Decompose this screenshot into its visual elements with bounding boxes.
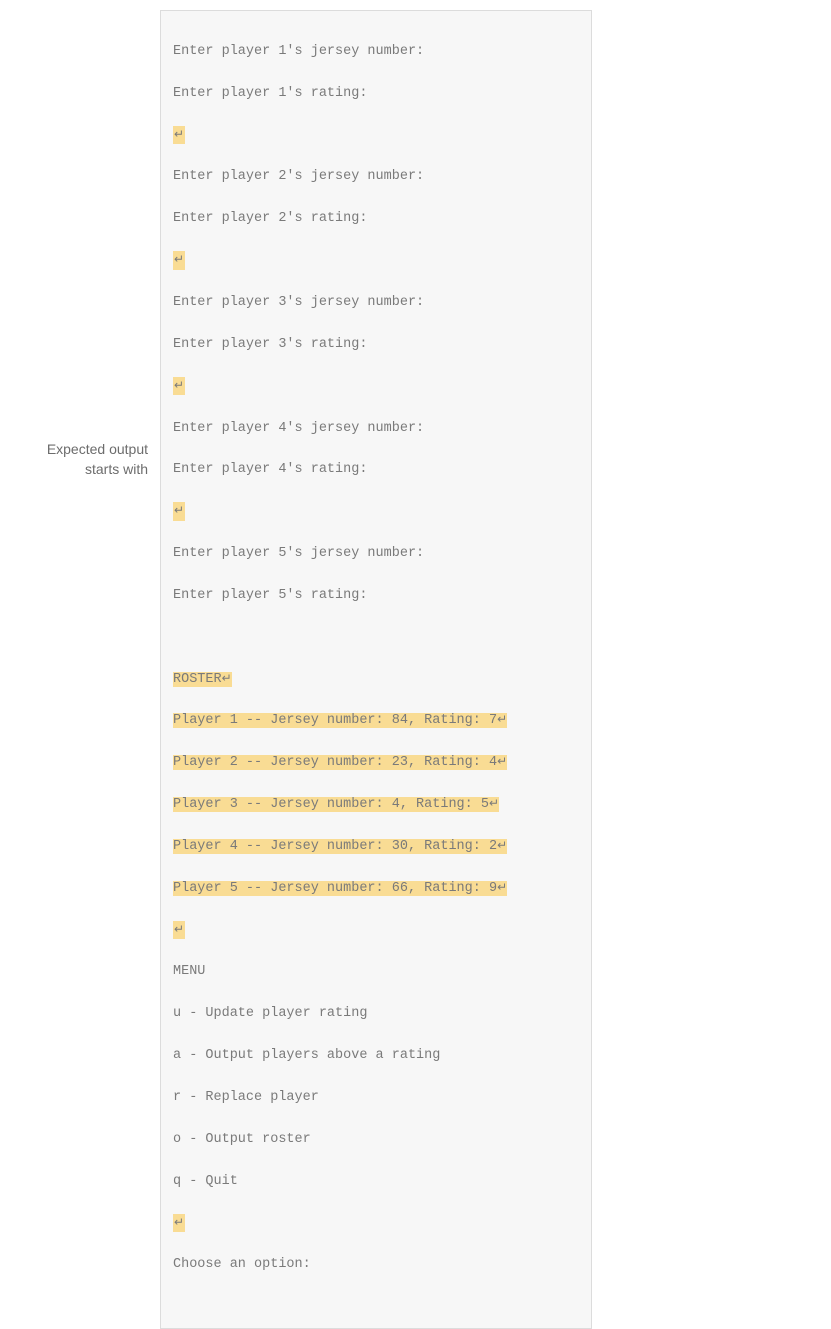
roster-row-text: Player 3 -- Jersey number: 4, Rating: 5	[173, 797, 489, 812]
label-line-2: starts with	[0, 460, 148, 480]
prompt-line: Enter player 2's jersey number:	[173, 167, 579, 188]
menu-item-text: u - Update player rating	[173, 1006, 367, 1021]
menu-item: a - Output players above a rating	[173, 1046, 579, 1067]
expected-output-box: Enter player 1's jersey number: Enter pl…	[160, 10, 592, 1329]
menu-item: u - Update player rating	[173, 1004, 579, 1025]
menu-item-text: a - Output players above a rating	[173, 1048, 440, 1063]
return-icon: ↵	[497, 711, 507, 730]
roster-row-text: Player 2 -- Jersey number: 23, Rating: 4	[173, 755, 497, 770]
menu-item: r - Replace player	[173, 1088, 579, 1109]
return-marker: ↵	[173, 377, 579, 398]
prompt-text: Enter player 3's jersey number:	[173, 295, 424, 310]
return-marker: ↵	[173, 1214, 579, 1235]
return-icon: ↵	[173, 377, 185, 396]
roster-header-line: ROSTER↵	[173, 670, 579, 691]
choose-option-line: Choose an option:	[173, 1255, 579, 1276]
prompt-text: Enter player 1's jersey number:	[173, 44, 424, 59]
menu-item: o - Output roster	[173, 1130, 579, 1151]
return-marker: ↵	[173, 921, 579, 942]
menu-header-line: MENU	[173, 962, 579, 983]
prompt-text: Enter player 5's rating:	[173, 588, 367, 603]
prompt-text: Enter player 4's rating:	[173, 462, 367, 477]
prompt-line: Enter player 2's rating:	[173, 209, 579, 230]
return-icon: ↵	[173, 921, 185, 940]
expected-output-label: Expected output starts with	[0, 10, 160, 479]
roster-row-text: Player 4 -- Jersey number: 30, Rating: 2	[173, 839, 497, 854]
blank-line	[173, 628, 579, 649]
prompt-line: Enter player 3's jersey number:	[173, 293, 579, 314]
menu-item-text: o - Output roster	[173, 1132, 311, 1147]
return-marker: ↵	[173, 251, 579, 272]
roster-row: Player 5 -- Jersey number: 66, Rating: 9…	[173, 879, 579, 900]
label-line-1: Expected output	[0, 440, 148, 460]
prompt-line: Enter player 3's rating:	[173, 335, 579, 356]
prompt-line: Enter player 5's rating:	[173, 586, 579, 607]
return-icon: ↵	[489, 795, 499, 814]
prompt-text: Enter player 2's jersey number:	[173, 169, 424, 184]
roster-row-text: Player 5 -- Jersey number: 66, Rating: 9	[173, 881, 497, 896]
menu-item-text: r - Replace player	[173, 1090, 319, 1105]
return-icon: ↵	[497, 879, 507, 898]
prompt-text: Enter player 1's rating:	[173, 86, 367, 101]
return-marker: ↵	[173, 502, 579, 523]
prompt-text: Enter player 3's rating:	[173, 337, 367, 352]
prompt-line: Enter player 4's jersey number:	[173, 419, 579, 440]
return-icon: ↵	[497, 837, 507, 856]
return-icon: ↵	[173, 502, 185, 521]
roster-row: Player 1 -- Jersey number: 84, Rating: 7…	[173, 711, 579, 732]
roster-row-text: Player 1 -- Jersey number: 84, Rating: 7	[173, 713, 497, 728]
prompt-line: Enter player 4's rating:	[173, 460, 579, 481]
return-icon: ↵	[173, 126, 185, 145]
prompt-line: Enter player 1's jersey number:	[173, 42, 579, 63]
return-icon: ↵	[173, 251, 185, 270]
prompt-text: Enter player 4's jersey number:	[173, 421, 424, 436]
return-icon: ↵	[497, 753, 507, 772]
return-icon: ↵	[222, 670, 232, 689]
prompt-text: Enter player 5's jersey number:	[173, 546, 424, 561]
prompt-line: Enter player 1's rating:	[173, 84, 579, 105]
menu-header: MENU	[173, 964, 205, 979]
prompt-line: Enter player 5's jersey number:	[173, 544, 579, 565]
choose-option-text: Choose an option:	[173, 1257, 311, 1272]
return-marker: ↵	[173, 126, 579, 147]
roster-header: ROSTER	[173, 672, 222, 687]
prompt-text: Enter player 2's rating:	[173, 211, 367, 226]
return-icon: ↵	[173, 1214, 185, 1233]
roster-row: Player 2 -- Jersey number: 23, Rating: 4…	[173, 753, 579, 774]
roster-row: Player 3 -- Jersey number: 4, Rating: 5↵	[173, 795, 579, 816]
menu-item: q - Quit	[173, 1172, 579, 1193]
roster-row: Player 4 -- Jersey number: 30, Rating: 2…	[173, 837, 579, 858]
menu-item-text: q - Quit	[173, 1174, 238, 1189]
